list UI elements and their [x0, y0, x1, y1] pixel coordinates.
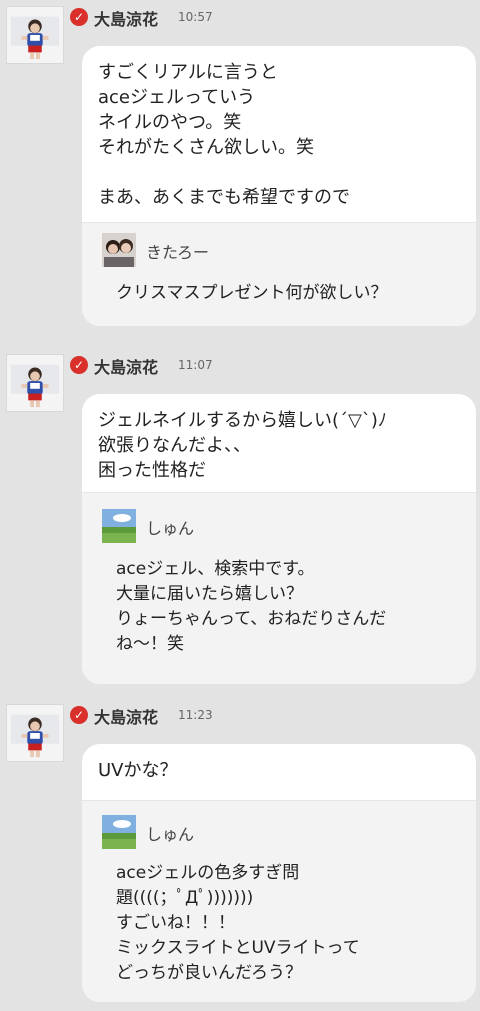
author-name[interactable]: 大島涼花: [94, 354, 158, 378]
verified-check-icon: ✓: [70, 706, 88, 724]
message-bubble[interactable]: ジェルネイルするから嬉しい(´▽`)ﾉ 欲張りなんだよ、、 困った性格だ しゅん…: [82, 394, 476, 684]
message-1: ✓ 大島涼花 10:57 すごくリアルに言うと aceジェルっていう ネイルのや…: [0, 0, 480, 330]
verified-check-icon: ✓: [70, 356, 88, 374]
author-avatar[interactable]: [6, 704, 64, 762]
quoted-reply[interactable]: しゅん aceジェル、検索中です。 大量に届いたら嬉しい？ りょーちゃんって、お…: [82, 492, 476, 684]
message-2: ✓ 大島涼花 11:07 ジェルネイルするから嬉しい(´▽`)ﾉ 欲張りなんだよ…: [0, 350, 480, 684]
message-text: ジェルネイルするから嬉しい(´▽`)ﾉ 欲張りなんだよ、、 困った性格だ: [98, 410, 387, 481]
message-time: 11:07: [178, 358, 213, 372]
author-name[interactable]: 大島涼花: [94, 704, 158, 728]
reply-author-name: きたろー: [146, 243, 210, 262]
person-photo-icon: [7, 7, 63, 63]
author-avatar[interactable]: [6, 6, 64, 64]
message-bubble[interactable]: UVかな？ しゅん aceジェルの色多すぎ問 題((((；ﾟДﾟ))))))) …: [82, 744, 476, 1002]
reply-avatar: [102, 815, 136, 849]
author-name[interactable]: 大島涼花: [94, 6, 158, 30]
author-avatar[interactable]: [6, 354, 64, 412]
two-people-photo-icon: [102, 233, 136, 267]
message-text: すごくリアルに言うと aceジェルっていう ネイルのやつ。笑 それがたくさん欲し…: [98, 62, 350, 208]
message-time: 10:57: [178, 10, 213, 24]
person-photo-icon: [7, 355, 63, 411]
message-text: UVかな？: [98, 760, 178, 781]
person-photo-icon: [7, 705, 63, 761]
reply-avatar: [102, 233, 136, 267]
reply-text: aceジェルの色多すぎ問 題((((；ﾟДﾟ))))))) すごいね！！！ ミッ…: [116, 863, 360, 983]
message-3: ✓ 大島涼花 11:23 UVかな？ しゅん aceジェルの色多すぎ問 題(((…: [0, 702, 480, 1011]
message-time: 11:23: [178, 708, 213, 722]
reply-author-name: しゅん: [146, 825, 195, 844]
landscape-photo-icon: [102, 815, 136, 849]
reply-text: aceジェル、検索中です。 大量に届いたら嬉しい？ りょーちゃんって、おねだりさ…: [116, 559, 387, 654]
message-bubble[interactable]: すごくリアルに言うと aceジェルっていう ネイルのやつ。笑 それがたくさん欲し…: [82, 46, 476, 326]
landscape-photo-icon: [102, 509, 136, 543]
verified-check-icon: ✓: [70, 8, 88, 26]
quoted-reply[interactable]: きたろー クリスマスプレゼント何が欲しい？: [82, 222, 476, 326]
reply-text: クリスマスプレゼント何が欲しい？: [116, 283, 388, 303]
quoted-reply[interactable]: しゅん aceジェルの色多すぎ問 題((((；ﾟДﾟ))))))) すごいね！！…: [82, 800, 476, 1002]
reply-avatar: [102, 509, 136, 543]
reply-author-name: しゅん: [146, 519, 195, 538]
